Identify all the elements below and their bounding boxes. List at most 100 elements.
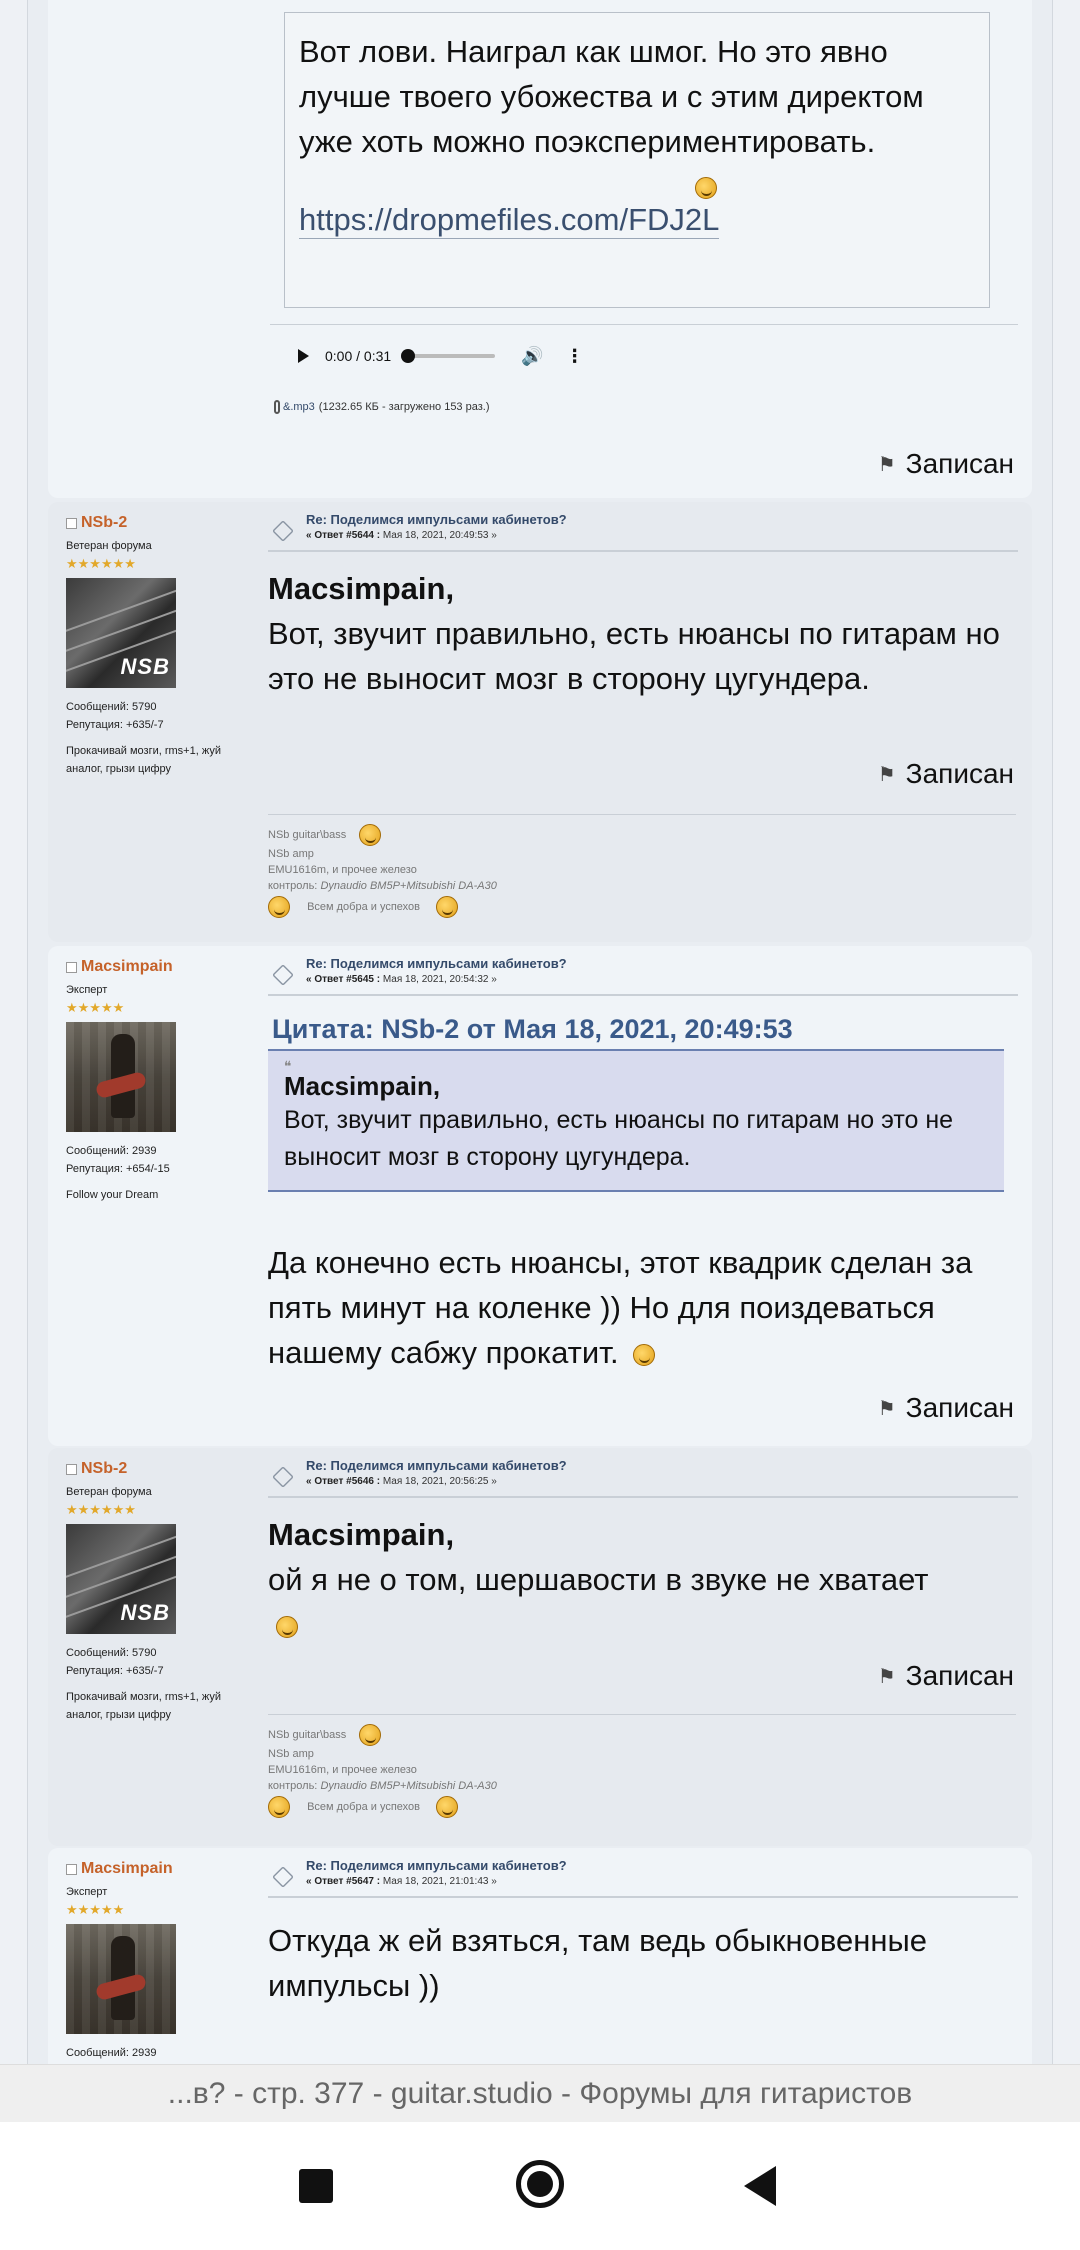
reputation: Репутация: +635/-7 xyxy=(66,719,164,731)
smiley-icon xyxy=(268,896,290,918)
post-text: Macsimpain, ой я не о том, шершавости в … xyxy=(268,1512,1018,1647)
back-button[interactable] xyxy=(744,2166,776,2206)
flag-icon: ⚑ xyxy=(877,1665,896,1688)
poster-name[interactable]: Macsimpain xyxy=(66,958,266,976)
post-icon xyxy=(272,1466,294,1488)
post-text: Вот лови. Наиграл как шмог. Но это явно … xyxy=(299,34,924,159)
post-header: Re: Поделимся импульсами кабинетов? « От… xyxy=(268,1458,1018,1498)
post-text: Macsimpain, Вот, звучит правильно, есть … xyxy=(268,571,1000,696)
flag-icon: ⚑ xyxy=(877,453,896,476)
attachment-info: (1232.65 КБ - загружено 153 раз.) xyxy=(318,401,490,413)
poster-stats: Сообщений: 2939 Репутация: +654/-15 xyxy=(66,1142,266,1178)
home-button[interactable] xyxy=(516,2160,564,2208)
avatar-logo: NSB xyxy=(120,654,170,679)
audio-player[interactable]: 0:00 / 0:31 🔊 ⋮ xyxy=(270,340,590,372)
message-count: Сообщений: 2939 xyxy=(66,2047,157,2059)
post-content: Re: Поделимся импульсами кабинетов? « От… xyxy=(268,1858,1018,2008)
saved-label: ⚑ Записан xyxy=(877,758,1014,789)
signature: NSb guitar\bass NSb amp EMU1616m, и проч… xyxy=(268,824,668,918)
post-body-box: Вот лови. Наиграл как шмог. Но это явно … xyxy=(284,12,990,308)
poster-info: NSb-2 Ветеран форума ★★★★★★ NSB Сообщени… xyxy=(66,514,266,778)
post-subject[interactable]: Re: Поделимся импульсами кабинетов? xyxy=(306,1858,567,1874)
online-status-icon xyxy=(66,517,77,529)
online-status-icon xyxy=(66,961,77,973)
post-icon xyxy=(272,1866,294,1888)
avatar[interactable] xyxy=(66,1022,176,1132)
avatar-logo: NSB xyxy=(120,1600,170,1625)
post-icon xyxy=(272,520,294,542)
audio-time: 0:00 / 0:31 xyxy=(325,348,392,364)
volume-icon[interactable]: 🔊 xyxy=(521,346,543,367)
flag-icon: ⚑ xyxy=(877,1397,896,1420)
post-text: Откуда ж ей взяться, там ведь обыкновенн… xyxy=(268,1923,928,2003)
seek-knob[interactable] xyxy=(401,349,416,363)
smiley-icon xyxy=(359,824,382,846)
separator xyxy=(270,324,1018,325)
smiley-icon xyxy=(268,1796,290,1818)
post-content: Re: Поделимся импульсами кабинетов? « От… xyxy=(268,512,1018,701)
message-count: Сообщений: 5790 xyxy=(66,1647,157,1659)
rank-stars-icon: ★★★★★ xyxy=(66,1902,125,1917)
avatar[interactable]: NSB xyxy=(66,1524,176,1634)
rank-stars-icon: ★★★★★ xyxy=(66,1000,125,1015)
message-count: Сообщений: 2939 xyxy=(66,1145,157,1157)
play-icon[interactable] xyxy=(298,349,309,363)
smiley-icon xyxy=(359,1724,382,1746)
smiley-icon xyxy=(436,1796,459,1818)
post-meta: « Ответ #5644 : Мая 18, 2021, 20:49:53 » xyxy=(306,530,497,541)
saved-label: ⚑ Записан xyxy=(877,1392,1014,1423)
left-rail xyxy=(0,0,28,2064)
post-content: Re: Поделимся импульсами кабинетов? « От… xyxy=(268,1458,1018,1647)
poster-name[interactable]: Macsimpain xyxy=(66,1860,266,1878)
poster-name[interactable]: NSb-2 xyxy=(66,514,266,532)
online-status-icon xyxy=(66,1463,77,1475)
poster-rank: Эксперт xyxy=(66,1886,108,1898)
post-meta: « Ответ #5645 : Мая 18, 2021, 20:54:32 » xyxy=(306,974,497,985)
poster-info: NSb-2 Ветеран форума ★★★★★★ NSB Сообщени… xyxy=(66,1460,266,1724)
smiley-icon xyxy=(436,896,459,918)
dropmefiles-link[interactable]: https://dropmefiles.com/FDJ2L xyxy=(299,202,720,239)
poster-rank: Ветеран форума xyxy=(66,540,152,552)
post-subject[interactable]: Re: Поделимся импульсами кабинетов? xyxy=(306,512,567,528)
poster-info: Macsimpain Эксперт ★★★★★ Сообщений: 2939… xyxy=(66,958,266,1204)
message-count: Сообщений: 5790 xyxy=(66,701,157,713)
rank-stars-icon: ★★★★★★ xyxy=(66,1502,136,1517)
browser-title-bar[interactable]: ...в? - стр. 377 - guitar.studio - Форум… xyxy=(0,2064,1080,2122)
separator xyxy=(268,814,1016,815)
quote-text: Вот, звучит правильно, есть нюансы по ги… xyxy=(284,1106,954,1171)
recents-button[interactable] xyxy=(299,2169,333,2203)
addressee: Macsimpain, xyxy=(268,1517,455,1552)
smiley-icon xyxy=(695,177,717,199)
poster-personal-text: Прокачивай мозги, rms+1, жуй аналог, гры… xyxy=(66,1691,221,1721)
post-subject[interactable]: Re: Поделимся импульсами кабинетов? xyxy=(306,956,567,972)
saved-label: ⚑ Записан xyxy=(877,448,1014,479)
post-5647: Macsimpain Эксперт ★★★★★ Сообщений: 2939… xyxy=(48,1848,1032,2064)
post-5644: NSb-2 Ветеран форума ★★★★★★ NSB Сообщени… xyxy=(48,502,1032,942)
addressee: Macsimpain, xyxy=(268,571,455,606)
avatar[interactable]: NSB xyxy=(66,578,176,688)
signature: NSb guitar\bass NSb amp EMU1616m, и проч… xyxy=(268,1724,668,1818)
smiley-icon xyxy=(633,1343,656,1366)
post-5645: Macsimpain Эксперт ★★★★★ Сообщений: 2939… xyxy=(48,946,1032,1446)
post-meta: « Ответ #5646 : Мая 18, 2021, 20:56:25 » xyxy=(306,1476,497,1487)
more-options-icon[interactable]: ⋮ xyxy=(566,346,584,367)
reputation: Репутация: +635/-7 xyxy=(66,1665,164,1677)
poster-rank: Ветеран форума xyxy=(66,1486,152,1498)
post-subject[interactable]: Re: Поделимся импульсами кабинетов? xyxy=(306,1458,567,1474)
quote-header[interactable]: Цитата: NSb-2 от Мая 18, 2021, 20:49:53 xyxy=(272,1014,1018,1045)
post-header: Re: Поделимся импульсами кабинетов? « От… xyxy=(268,512,1018,552)
online-status-icon xyxy=(66,1863,77,1875)
audio-seek-bar[interactable] xyxy=(401,349,496,363)
poster-name[interactable]: NSb-2 xyxy=(66,1460,266,1478)
poster-personal-text: Follow your Dream xyxy=(66,1189,159,1201)
smiley-icon xyxy=(276,1615,298,1638)
poster-rank: Эксперт xyxy=(66,984,108,996)
post-5646: NSb-2 Ветеран форума ★★★★★★ NSB Сообщени… xyxy=(48,1448,1032,1846)
separator xyxy=(268,1714,1016,1715)
attachment-link[interactable]: &.mp3 xyxy=(283,401,315,413)
quote-mark-icon: ❝ xyxy=(284,1058,292,1074)
post-meta: « Ответ #5647 : Мая 18, 2021, 21:01:43 » xyxy=(306,1876,497,1887)
avatar[interactable] xyxy=(66,1924,176,2034)
saved-label: ⚑ Записан xyxy=(877,1660,1014,1691)
post-icon xyxy=(272,964,294,986)
